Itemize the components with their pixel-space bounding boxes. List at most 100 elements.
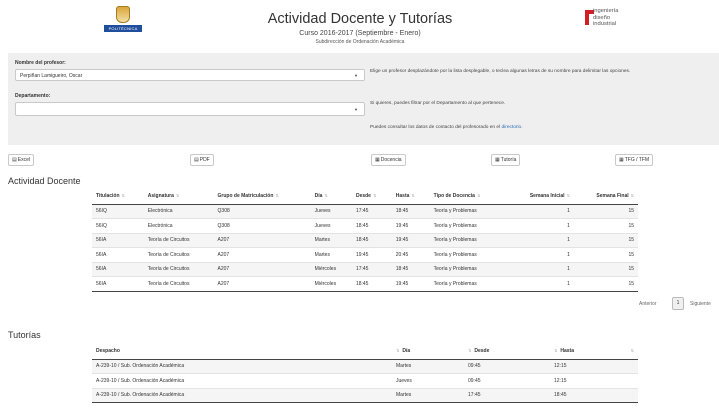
contact-help-prefix: Puedes consultar los datos de contacto d… (370, 125, 501, 130)
cell-semana-inicial: 1 (506, 276, 574, 291)
column-header-hasta[interactable]: Hasta ⇅ (391, 189, 430, 205)
column-header-label: Desde (355, 193, 371, 200)
tutoria-button[interactable]: ▦Tutoría (491, 154, 521, 166)
department-help-text: Si quieres, puedes filtrar por el Depart… (370, 101, 506, 106)
sort-icon: ⇅ (566, 193, 570, 199)
column-header-desde[interactable]: Desde ⇅ (351, 189, 392, 205)
column-header-label: Hasta (395, 193, 410, 200)
cell-asignatura: Electrónica (143, 218, 214, 233)
cell-grupo: A207 (213, 276, 311, 291)
column-header-hasta[interactable]: ⇅ Hasta ⇅ (550, 344, 638, 360)
pdf-button[interactable]: ▤PDF (190, 154, 214, 166)
cell-semana-inicial: 1 (506, 218, 574, 233)
school-logo-line3: industrial (593, 21, 617, 27)
sort-icon: ⇅ (324, 193, 328, 199)
cell-semana-inicial: 1 (506, 232, 574, 248)
table-row: A-239-10 / Sub. Ordenación Académica Mar… (92, 387, 638, 403)
column-header-despacho[interactable]: Despacho (92, 344, 392, 360)
calendar-icon: ▦ (375, 157, 380, 163)
column-header-label: Desde (474, 348, 490, 355)
sort-icon: ⇅ (411, 193, 415, 199)
upm-crest-icon (116, 6, 130, 23)
cell-tipo: Teoría y Problemas (429, 261, 507, 277)
column-header-asignatura[interactable]: Asignatura ⇅ (143, 189, 214, 205)
next-page-button[interactable]: Siguiente (690, 301, 711, 307)
cell-hasta: 19:45 (391, 276, 430, 291)
activity-table: Titulación ⇅ Asignatura ⇅ Grupo de Matricu… (92, 189, 638, 292)
column-header-tipo[interactable]: Tipo de Docencia ⇅ (429, 189, 507, 205)
sort-icon: ⇅ (468, 348, 472, 354)
current-page-button[interactable]: 1 (672, 297, 684, 310)
tutoria-button-label: Tutoría (500, 157, 517, 163)
cell-despacho: A-239-10 / Sub. Ordenación Académica (92, 358, 392, 374)
column-header-desde[interactable]: ⇅ Desde (464, 344, 550, 360)
cell-asignatura: Electrónica (143, 203, 214, 219)
column-header-label: Titulación (96, 193, 120, 200)
cell-hasta: 18:45 (391, 203, 430, 219)
column-header-titulacion[interactable]: Titulación ⇅ (92, 189, 144, 205)
department-select[interactable]: ▼ (15, 102, 365, 116)
cell-hasta: 18:45 (391, 261, 430, 277)
cell-grupo: A207 (213, 247, 311, 262)
table-row: 56IA Teoría de Circuitos A207 Martes 19:… (92, 247, 638, 262)
cell-dia: Miércoles (310, 276, 352, 291)
cell-tipo: Teoría y Problemas (429, 276, 507, 291)
column-header-label: Tipo de Docencia (433, 193, 475, 200)
docencia-button[interactable]: ▦Docencia (371, 154, 406, 166)
column-header-dia[interactable]: ⇅ Día (392, 344, 464, 360)
column-header-label: Semana Final (596, 193, 629, 200)
cell-semana-final: 15 (573, 218, 638, 233)
column-header-dia[interactable]: Día ⇅ (310, 189, 352, 205)
table-row: 56IA Teoría de Circuitos A207 Miércoles … (92, 276, 638, 291)
cell-grupo: A207 (213, 261, 311, 277)
tutorias-table: Despacho ⇅ Día ⇅ Desde ⇅ Hasta ⇅ A-239-10 / … (92, 344, 638, 403)
cell-titulacion: 56IA (92, 247, 144, 262)
cell-grupo: A207 (213, 232, 311, 248)
column-header-grupo[interactable]: Grupo de Matriculación ⇅ (213, 189, 311, 205)
department-subtitle: Subdirección de Ordenación Académica (315, 39, 405, 45)
contact-help-suffix: . (521, 125, 523, 130)
cell-desde: 09:45 (464, 373, 550, 388)
department-label: Departamento: (15, 93, 51, 99)
cell-grupo: Q308 (213, 203, 311, 219)
professor-label: Nombre del profesor: (15, 60, 66, 66)
tfg-tfm-button[interactable]: ▦TFG / TFM (615, 154, 654, 166)
cell-semana-inicial: 1 (506, 247, 574, 262)
tutorias-section-title: Tutorías (8, 330, 41, 340)
chevron-down-icon: ▼ (354, 73, 358, 78)
column-header-semana-inicial[interactable]: Semana Inicial ⇅ (506, 189, 574, 205)
school-logo: ingeniería diseño industrial (585, 8, 635, 30)
sort-icon: ⇅ (275, 193, 279, 199)
sort-icon: ⇅ (476, 193, 481, 199)
cell-titulacion: 56IQ (92, 203, 144, 219)
cell-tipo: Teoría y Problemas (429, 203, 507, 219)
cell-dia: Jueves (310, 218, 352, 233)
cell-hasta: 19:45 (391, 232, 430, 248)
upm-logo-text: POLITÉCNICA (104, 25, 142, 32)
column-header-label: Grupo de Matriculación (217, 193, 274, 200)
cell-semana-final: 15 (573, 276, 638, 291)
cell-semana-final: 15 (573, 232, 638, 248)
cell-desde: 17:45 (351, 203, 392, 219)
column-header-semana-final[interactable]: Semana Final ⇅ (573, 189, 638, 205)
cell-semana-inicial: 1 (506, 203, 574, 219)
directory-link[interactable]: directorio (501, 125, 521, 130)
excel-button[interactable]: ▤Excel (8, 154, 34, 166)
cell-titulacion: 56IQ (92, 218, 144, 233)
column-header-label: Hasta (560, 348, 574, 355)
cell-desde: 17:45 (464, 387, 550, 403)
pdf-icon: ▤ (194, 157, 199, 163)
cell-asignatura: Teoría de Circuitos (143, 232, 214, 248)
school-logo-line1: ingeniería (593, 8, 619, 14)
table-row: 56IA Teoría de Circuitos A207 Miércoles … (92, 261, 638, 277)
previous-page-button[interactable]: Anterior (639, 301, 657, 307)
cell-dia: Martes (392, 387, 464, 403)
cell-desde: 17:45 (351, 261, 392, 277)
docencia-button-label: Docencia (380, 157, 402, 163)
column-header-label: Día (402, 348, 411, 355)
sort-icon: ⇅ (554, 348, 558, 354)
professor-select[interactable]: Perpiñan Lamigueiro, Oscar ▼ (15, 69, 365, 81)
column-header-label: Asignatura (147, 193, 174, 200)
cell-despacho: A-239-10 / Sub. Ordenación Académica (92, 373, 392, 388)
cell-hasta: 19:45 (391, 218, 430, 233)
